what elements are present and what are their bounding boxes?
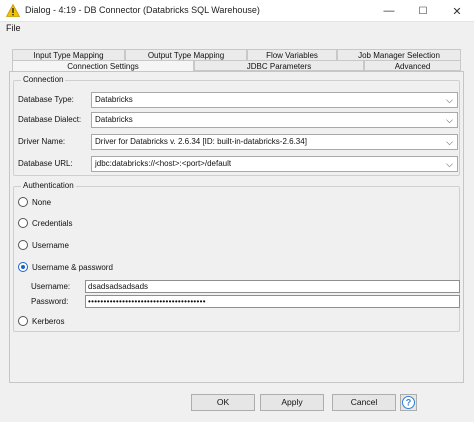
tab-flow-variables[interactable]: Flow Variables [247,49,337,60]
database-url-value: jdbc:databricks://<host>:<port>/default [95,159,232,168]
database-dialect-value: Databricks [95,115,133,124]
auth-option-username-password-label: Username & password [32,262,113,272]
database-dialect-label: Database Dialect: [18,115,82,124]
database-dialect-select[interactable]: Databricks ⌵ [91,112,458,128]
database-url-combo[interactable]: jdbc:databricks://<host>:<port>/default … [91,156,458,172]
driver-name-label: Driver Name: [18,137,66,146]
auth-option-none[interactable]: None [18,197,51,207]
password-input[interactable]: •••••••••••••••••••••••••••••••••••••• [85,295,460,308]
tab-input-type-mapping[interactable]: Input Type Mapping [12,49,125,60]
menu-file[interactable]: File [6,23,21,33]
radio-none[interactable] [18,197,28,207]
ok-button[interactable]: OK [191,394,255,411]
apply-button[interactable]: Apply [260,394,324,411]
window-title: Dialog - 4:19 - DB Connector (Databricks… [25,5,260,15]
tab-jdbc-parameters[interactable]: JDBC Parameters [194,60,364,71]
chevron-down-icon: ⌵ [446,137,453,147]
driver-name-select[interactable]: Driver for Databricks v. 2.6.34 [ID: bui… [91,134,458,150]
auth-option-username[interactable]: Username [18,240,69,250]
radio-username[interactable] [18,240,28,250]
username-input[interactable]: dsadsadsadsads [85,280,460,293]
warning-icon [6,4,20,17]
minimize-button[interactable]: — [372,0,406,22]
username-label: Username: [31,282,71,291]
chevron-down-icon: ⌵ [446,95,453,105]
help-glyph: ? [406,398,412,408]
help-icon: ? [402,396,415,409]
authentication-group: Authentication [13,181,460,332]
auth-option-username-label: Username [32,240,69,250]
auth-option-credentials-label: Credentials [32,218,73,228]
database-url-label: Database URL: [18,159,73,168]
chevron-down-icon: ⌵ [446,115,453,125]
authentication-group-title: Authentication [21,181,76,190]
tab-job-manager-selection[interactable]: Job Manager Selection [337,49,461,60]
driver-name-value: Driver for Databricks v. 2.6.34 [ID: bui… [95,137,307,146]
database-type-select[interactable]: Databricks ⌵ [91,92,458,108]
close-button[interactable]: ✕ [440,0,474,22]
auth-option-credentials[interactable]: Credentials [18,218,72,228]
connection-group: Connection Database Type: Databricks ⌵ D… [13,75,460,176]
password-label: Password: [31,297,69,306]
auth-option-kerberos[interactable]: Kerberos [18,316,64,326]
connection-settings-panel: Connection Database Type: Databricks ⌵ D… [9,71,464,383]
radio-username-password[interactable] [18,262,28,272]
database-type-value: Databricks [95,95,133,104]
menu-bar: File [0,22,474,36]
title-bar: Dialog - 4:19 - DB Connector (Databricks… [0,0,474,22]
tab-advanced[interactable]: Advanced [364,60,461,71]
radio-credentials[interactable] [18,218,28,228]
tab-connection-settings[interactable]: Connection Settings [12,60,194,71]
chevron-down-icon: ⌵ [446,159,453,169]
help-button[interactable]: ? [400,394,417,411]
radio-kerberos[interactable] [18,316,28,326]
cancel-button[interactable]: Cancel [332,394,396,411]
auth-option-username-password[interactable]: Username & password [18,262,113,272]
database-type-label: Database Type: [18,95,74,104]
auth-option-kerberos-label: Kerberos [32,316,65,326]
connection-group-title: Connection [21,75,66,84]
tab-output-type-mapping[interactable]: Output Type Mapping [125,49,247,60]
auth-option-none-label: None [32,197,52,207]
maximize-button[interactable]: ☐ [406,0,440,22]
